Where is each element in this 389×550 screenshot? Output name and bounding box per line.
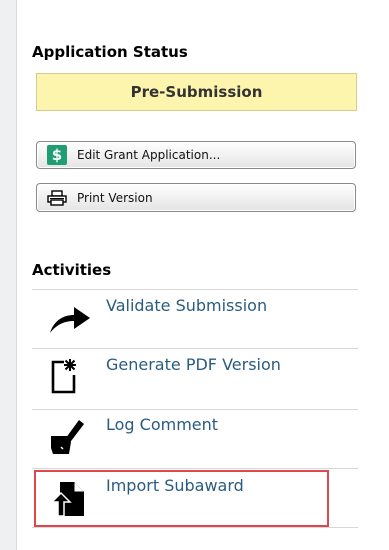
activities-heading: Activities — [32, 261, 112, 279]
print-version-label: Print Version — [77, 190, 153, 205]
application-status-heading: Application Status — [32, 43, 188, 61]
activity-generate-pdf-version[interactable]: Generate PDF Version — [32, 349, 358, 409]
printer-icon — [47, 189, 67, 206]
dollar-icon: $ — [47, 145, 67, 165]
arrow-right-icon — [48, 304, 92, 338]
activity-log-comment[interactable]: Log Comment — [32, 410, 358, 468]
print-version-button[interactable]: Print Version — [36, 183, 356, 212]
edit-grant-application-label: Edit Grant Application... — [77, 148, 221, 162]
activity-label: Generate PDF Version — [106, 355, 281, 374]
new-document-icon — [48, 355, 80, 399]
activity-label: Validate Submission — [106, 296, 268, 315]
activity-label: Log Comment — [106, 415, 219, 434]
activity-validate-submission[interactable]: Validate Submission — [32, 290, 358, 348]
pen-comment-icon — [48, 416, 88, 460]
divider — [32, 527, 358, 528]
edit-grant-application-button[interactable]: $ Edit Grant Application... — [36, 141, 356, 169]
highlight-box — [34, 470, 329, 527]
status-badge: Pre-Submission — [36, 73, 357, 111]
